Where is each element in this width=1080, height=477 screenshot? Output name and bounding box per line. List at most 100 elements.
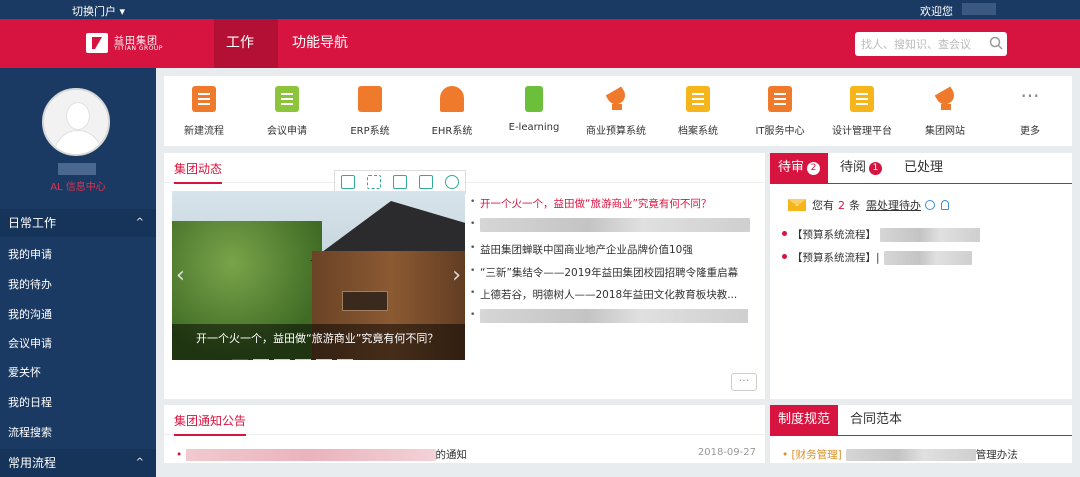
search-box <box>855 32 1007 56</box>
todo-item[interactable]: 【预算系统流程】| <box>782 250 972 265</box>
summary-unit: 条 <box>849 199 860 212</box>
app-meeting-request[interactable]: 会议申请 <box>251 86 323 142</box>
user-department: AL 信息中心 <box>50 182 106 193</box>
main-content: 新建流程 会议申请 ERP系统 EHR系统 E-learning 商业预算系统 … <box>156 68 1080 463</box>
todo-panel: 待审 2 待阅 1 已处理 您有 2 条需处理待办 【预算系统流程】 【预算系统流程】| <box>770 153 1072 399</box>
panel-title[interactable]: 集团动态 <box>174 160 223 184</box>
carousel-dot[interactable] <box>337 359 353 360</box>
app-ehr[interactable]: EHR系统 <box>416 86 488 142</box>
company-logo[interactable]: 益田集团 YITIAN GROUP <box>86 31 176 57</box>
app-new-process[interactable]: 新建流程 <box>168 86 240 142</box>
notice-date: 2018-09-27 <box>697 447 756 458</box>
envelope-icon <box>788 199 806 211</box>
app-label: ERP系统 <box>350 126 390 137</box>
panel-title[interactable]: 集团通知公告 <box>174 412 247 436</box>
sidebar-item-my-todos[interactable]: 我的待办 <box>8 276 52 292</box>
portal-switch-menu[interactable]: 切换门户 ▾ <box>72 3 125 19</box>
app-label: E-learning <box>508 122 560 133</box>
carousel-image-signboard <box>342 291 388 311</box>
app-more[interactable]: ··· 更多 <box>994 86 1066 142</box>
sidebar-item-process-search[interactable]: 流程搜索 <box>8 424 52 440</box>
tab-underline <box>770 183 1072 184</box>
todo-count: 2 <box>838 199 845 212</box>
fullscreen-icon[interactable] <box>367 175 381 189</box>
tab-regulations[interactable]: 制度规范 <box>770 405 839 435</box>
sidebar-username-redacted <box>58 163 96 175</box>
news-carousel[interactable]: ‹ › 开一个火一个，益田做“旅游商业”究竟有何不同？ <box>172 191 465 360</box>
tab-contract-templates[interactable]: 合同范本 <box>850 405 902 435</box>
tab-pending-review[interactable]: 待审 2 <box>770 153 829 183</box>
avatar-head-shape <box>66 102 90 130</box>
satellite-dish-icon <box>604 86 628 112</box>
list-item[interactable]: • <box>470 218 760 234</box>
regulations-panel: 制度规范 合同范本 • [财务管理] 管理办法 <box>770 405 1072 463</box>
regulation-title-redacted <box>845 449 976 461</box>
list-item[interactable]: • [财务管理] 管理办法 <box>782 447 1067 462</box>
count-badge: 1 <box>869 162 883 175</box>
username-redacted <box>962 3 996 15</box>
app-group-website[interactable]: 集团网站 <box>909 86 981 142</box>
search-input[interactable] <box>855 32 983 56</box>
sidebar-section-common-processes[interactable]: 常用流程 ^ <box>0 449 156 477</box>
chevron-up-icon: ^ <box>135 217 144 228</box>
list-item[interactable]: • 的通知 2018-09-27 <box>176 447 756 462</box>
carousel-dot[interactable] <box>232 359 248 360</box>
search-icon[interactable] <box>989 36 1003 50</box>
carousel-dot[interactable] <box>316 359 332 360</box>
todo-item[interactable]: 【预算系统流程】 <box>782 227 980 242</box>
todo-item-title-redacted <box>883 251 972 265</box>
logo-mark-icon <box>86 33 108 53</box>
regulation-title-suffix: 管理办法 <box>975 449 1018 461</box>
carousel-dot[interactable] <box>295 359 311 360</box>
app-archive-system[interactable]: 档案系统 <box>662 86 734 142</box>
notice-title-redacted <box>185 449 436 461</box>
list-item[interactable]: • 开一个火一个，益田做“旅游商业”究竟有何不同？ <box>470 196 760 212</box>
todo-item-label: 【预算系统流程】 <box>792 229 876 241</box>
presentation-board-icon <box>275 86 299 112</box>
sidebar-item-my-applications[interactable]: 我的申请 <box>8 246 52 262</box>
tab-processed[interactable]: 已处理 <box>904 153 943 183</box>
nav-tab-function-navigation[interactable]: 功能导航 <box>280 19 360 68</box>
refresh-icon[interactable] <box>925 200 935 210</box>
carousel-dot[interactable] <box>253 359 269 360</box>
news-title: 开一个火一个，益田做“旅游商业”究竟有何不同？ <box>480 198 712 210</box>
view-icon[interactable] <box>393 175 407 189</box>
settings-gear-icon[interactable] <box>445 175 459 189</box>
carousel-prev-arrow-icon[interactable]: ‹ <box>176 263 185 288</box>
more-button[interactable]: ··· <box>731 373 757 391</box>
list-item[interactable]: • 益田集团蝉联中国商业地产企业品牌价值10强 <box>470 242 760 258</box>
pending-todos-link[interactable]: 需处理待办 <box>866 199 921 212</box>
tab-underline <box>770 435 1072 436</box>
share-icon[interactable] <box>419 175 433 189</box>
sidebar-section-label: 日常工作 <box>8 216 57 230</box>
app-shortcut-bar: 新建流程 会议申请 ERP系统 EHR系统 E-learning 商业预算系统 … <box>164 76 1072 146</box>
tab-label: 待审 <box>778 160 805 175</box>
list-item[interactable]: • “三新”集结令——2019年益田集团校园招聘令隆重启幕 <box>470 265 760 281</box>
carousel-next-arrow-icon[interactable]: › <box>452 263 461 288</box>
sidebar-item-meeting-request[interactable]: 会议申请 <box>8 335 52 351</box>
regulation-category: [财务管理] <box>791 449 842 461</box>
app-e-learning[interactable]: E-learning <box>498 86 570 142</box>
carousel-dot[interactable] <box>274 359 290 360</box>
news-title: “三新”集结令——2019年益田集团校园招聘令隆重启幕 <box>480 267 739 279</box>
nav-tab-workbench[interactable]: 工作台 <box>214 19 278 100</box>
sidebar-item-my-schedule[interactable]: 我的日程 <box>8 394 52 410</box>
people-icon <box>440 86 464 112</box>
app-design-management[interactable]: 设计管理平台 <box>826 86 898 142</box>
book-icon <box>525 86 543 112</box>
list-item[interactable]: • 上德若谷，明德树人——2018年益田文化教育板块教... <box>470 287 760 303</box>
count-badge: 2 <box>807 162 821 175</box>
list-item[interactable]: • <box>470 309 760 325</box>
copy-icon[interactable] <box>341 175 355 189</box>
sidebar-item-care[interactable]: 爱关怀 <box>8 364 41 380</box>
tab-pending-read[interactable]: 待阅 1 <box>840 153 883 183</box>
app-erp[interactable]: ERP系统 <box>334 86 406 142</box>
archive-icon <box>686 86 710 112</box>
app-it-service-center[interactable]: IT服务中心 <box>744 86 816 142</box>
sidebar-item-my-communications[interactable]: 我的沟通 <box>8 306 52 322</box>
person-icon[interactable] <box>941 200 949 210</box>
app-budget-system[interactable]: 商业预算系统 <box>580 86 652 142</box>
sidebar-section-daily-work[interactable]: 日常工作 ^ <box>0 209 156 237</box>
top-bar: 切换门户 ▾ 欢迎您 <box>0 0 1080 19</box>
avatar[interactable] <box>42 88 110 156</box>
